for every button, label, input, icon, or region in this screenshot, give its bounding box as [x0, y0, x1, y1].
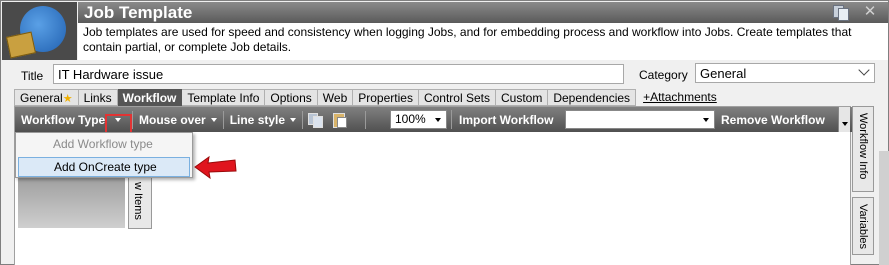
- paste-icon[interactable]: [332, 112, 348, 128]
- line-style-label: Line style: [229, 112, 286, 127]
- tab-links[interactable]: Links: [78, 89, 118, 106]
- chevron-down-icon: [858, 64, 870, 76]
- menu-item-add-workflow-type: Add Workflow type: [53, 137, 153, 151]
- tab-bar: General★ Links Workflow Template Info Op…: [14, 89, 722, 107]
- mouse-over-dropdown[interactable]: Mouse over: [133, 107, 223, 132]
- workflow-type-menu: Add Workflow type Add OnCreate type: [15, 132, 193, 178]
- red-arrow-annotation: [194, 155, 237, 180]
- tab-template-info[interactable]: Template Info: [182, 89, 266, 106]
- tab-attachments[interactable]: +Attachments: [638, 89, 722, 106]
- caret-down-icon: [210, 117, 217, 122]
- tab-general[interactable]: General★: [14, 89, 79, 106]
- tab-web[interactable]: Web: [317, 89, 354, 106]
- toolbar-overflow-button[interactable]: [838, 107, 850, 132]
- import-workflow-label: Import Workflow: [459, 112, 554, 127]
- caret-down-icon: [290, 117, 297, 122]
- mouse-over-label: Mouse over: [139, 112, 206, 127]
- title-bar: Job Template ✕: [78, 2, 888, 23]
- category-select[interactable]: General: [695, 63, 875, 83]
- tab-workflow[interactable]: Workflow: [117, 89, 183, 107]
- caret-down-icon: [703, 118, 709, 122]
- description-text: Job templates are used for speed and con…: [78, 23, 888, 60]
- caret-down-icon: [435, 118, 441, 122]
- zoom-value: 100%: [395, 112, 426, 126]
- side-tab-variables[interactable]: Variables: [852, 197, 874, 255]
- delete-icon[interactable]: ✕: [862, 4, 878, 20]
- tab-dependencies[interactable]: Dependencies: [548, 89, 637, 106]
- copy-icon[interactable]: [308, 112, 324, 128]
- category-label: Category: [639, 68, 688, 82]
- tab-options[interactable]: Options: [265, 89, 318, 106]
- title-label: Title: [21, 69, 44, 83]
- menu-item-add-oncreate-type[interactable]: Add OnCreate type: [18, 157, 190, 177]
- toolbar-divider: [302, 110, 304, 129]
- workflow-type-label: Workflow Type: [21, 112, 106, 127]
- page-title: Job Template: [84, 3, 193, 22]
- tab-properties[interactable]: Properties: [353, 89, 419, 106]
- tab-general-label: General: [20, 91, 63, 105]
- toolbar-divider: [365, 110, 367, 129]
- scrollbar[interactable]: [879, 151, 889, 265]
- side-tab-workflow-info-label: Workflow Info: [857, 113, 869, 180]
- line-style-dropdown[interactable]: Line style: [224, 107, 302, 132]
- job-template-logo-icon: [2, 2, 77, 60]
- job-template-window: Job Template ✕ Job templates are used fo…: [0, 0, 889, 265]
- side-tab-workflow-items-label: w Items: [132, 182, 144, 220]
- category-value: General: [700, 66, 747, 81]
- zoom-select[interactable]: 100%: [390, 110, 447, 129]
- side-tab-variables-label: Variables: [857, 204, 869, 250]
- side-tab-workflow-items[interactable]: w Items: [128, 177, 152, 229]
- copy-icon[interactable]: [832, 4, 849, 21]
- star-icon: ★: [62, 93, 73, 105]
- tab-custom[interactable]: Custom: [495, 89, 549, 106]
- title-input[interactable]: IT Hardware issue: [53, 64, 624, 84]
- toolbar-divider: [451, 110, 452, 129]
- side-tab-workflow-info[interactable]: Workflow Info: [852, 106, 874, 192]
- tab-control-sets[interactable]: Control Sets: [418, 89, 496, 106]
- import-workflow-select[interactable]: [565, 110, 715, 129]
- remove-workflow-button[interactable]: Remove Workflow: [715, 107, 831, 132]
- workflow-panel: Workflow Type Mouse over Line style 100%…: [14, 106, 852, 265]
- workflow-item-block: [18, 172, 125, 228]
